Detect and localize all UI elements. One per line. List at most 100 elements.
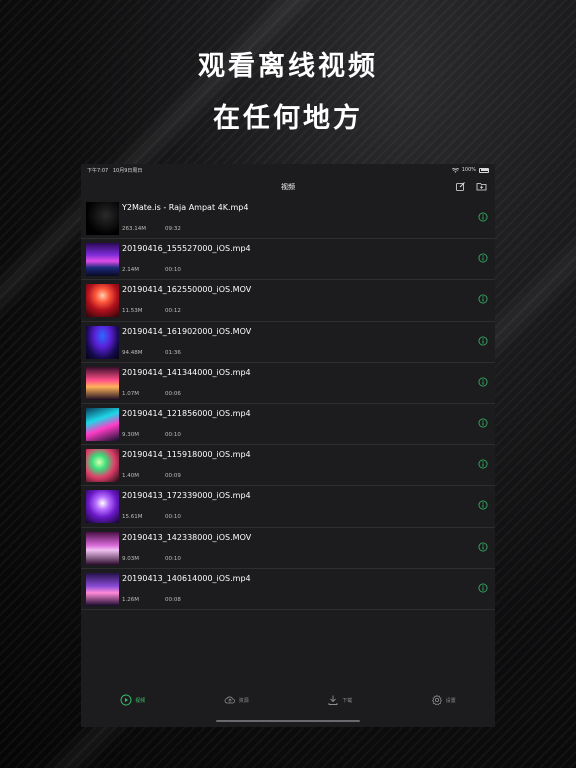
info-icon[interactable] bbox=[478, 542, 488, 552]
home-indicator bbox=[216, 720, 360, 722]
video-meta: 20190413_140614000_iOS.mp4 1.26M 00:08 bbox=[122, 569, 495, 609]
video-duration: 00:10 bbox=[165, 431, 181, 438]
video-thumbnail bbox=[86, 284, 119, 318]
video-filename: 20190413_172339000_iOS.mp4 bbox=[122, 491, 251, 501]
video-filesize: 1.40M bbox=[122, 473, 139, 480]
video-duration: 00:06 bbox=[165, 390, 181, 397]
battery-percent: 100% bbox=[461, 167, 476, 173]
info-icon[interactable] bbox=[478, 418, 488, 428]
cloud-icon bbox=[224, 694, 236, 706]
tab-label: 设置 bbox=[445, 697, 456, 704]
video-row[interactable]: 20190413_140614000_iOS.mp4 1.26M 00:08 bbox=[81, 569, 495, 610]
video-duration: 00:10 bbox=[165, 514, 181, 521]
video-filesize: 263.14M bbox=[122, 226, 146, 232]
info-icon[interactable] bbox=[478, 377, 488, 387]
video-thumbnail bbox=[86, 490, 119, 524]
video-duration: 00:10 bbox=[165, 555, 181, 562]
video-meta: Y2Mate.is - Raja Ampat 4K.mp4 263.14M 09:3… bbox=[122, 198, 495, 238]
info-icon[interactable] bbox=[478, 459, 488, 469]
video-filename: 20190414_141344000_iOS.mp4 bbox=[122, 367, 251, 377]
video-filename: 20190414_121856000_iOS.mp4 bbox=[122, 408, 251, 418]
video-thumbnail bbox=[86, 243, 119, 277]
tab-cloud[interactable]: 资源 bbox=[224, 694, 249, 706]
video-thumbnail bbox=[86, 449, 119, 483]
page-title: 视频 bbox=[281, 183, 295, 191]
video-filesize: 9.03M bbox=[122, 555, 139, 562]
video-meta: 20190414_141344000_iOS.mp4 1.07M 00:06 bbox=[122, 363, 495, 403]
video-filesize: 1.26M bbox=[122, 596, 139, 603]
video-row[interactable]: 20190414_121856000_iOS.mp4 9.30M 00:10 bbox=[81, 404, 495, 446]
video-row[interactable]: 20190414_161902000_iOS.MOV 94.48M 01:36 bbox=[81, 322, 495, 363]
video-duration: 00:08 bbox=[165, 596, 181, 603]
video-duration: 01:36 bbox=[165, 349, 181, 356]
status-left: 下午7:07 10月9日周日 bbox=[87, 167, 142, 174]
tab-download[interactable]: 下载 bbox=[327, 694, 352, 706]
video-row[interactable]: 20190414_115918000_iOS.mp4 1.40M 00:09 bbox=[81, 445, 495, 487]
promo-subheadline: 在任何地方 bbox=[213, 103, 363, 134]
info-icon[interactable] bbox=[478, 336, 488, 346]
video-filename: 20190414_162550000_iOS.MOV bbox=[122, 285, 252, 295]
add-folder-icon[interactable] bbox=[476, 181, 487, 192]
video-meta: 20190414_121856000_iOS.mp4 9.30M 00:10 bbox=[122, 404, 495, 444]
video-filename: Y2Mate.is - Raja Ampat 4K.mp4 bbox=[122, 203, 249, 212]
video-filesize: 94.48M bbox=[122, 349, 143, 356]
app-screen: 下午7:07 10月9日周日 100% 视频 Y2Mate.is - Raja … bbox=[81, 164, 495, 727]
status-bar: 下午7:07 10月9日周日 100% bbox=[81, 164, 495, 176]
video-filesize: 9.30M bbox=[122, 431, 139, 438]
video-filename: 20190414_161902000_iOS.MOV bbox=[122, 326, 252, 336]
info-icon[interactable] bbox=[478, 500, 488, 510]
tab-label: 资源 bbox=[238, 697, 249, 704]
status-time: 下午7:07 bbox=[87, 167, 109, 174]
tab-play[interactable]: 视频 bbox=[120, 694, 145, 706]
gear-icon bbox=[431, 694, 443, 706]
edit-icon[interactable] bbox=[455, 181, 466, 192]
video-row[interactable]: 20190413_172339000_iOS.mp4 15.61M 00:10 bbox=[81, 486, 495, 528]
video-thumbnail bbox=[86, 366, 119, 400]
video-duration: 00:09 bbox=[165, 473, 181, 480]
video-filesize: 1.07M bbox=[122, 390, 139, 397]
video-row[interactable]: 20190416_155527000_iOS.mp4 2.14M 00:10 bbox=[81, 239, 495, 281]
video-thumbnail bbox=[86, 407, 119, 441]
video-row[interactable]: 20190414_162550000_iOS.MOV 11.53M 00:12 bbox=[81, 280, 495, 322]
video-thumbnail bbox=[86, 325, 119, 359]
tab-label: 视频 bbox=[135, 697, 146, 704]
video-duration: 00:10 bbox=[165, 267, 181, 274]
video-row[interactable]: Y2Mate.is - Raja Ampat 4K.mp4 263.14M 09:3… bbox=[81, 198, 495, 240]
video-meta: 20190413_142338000_iOS.MOV 9.03M 00:10 bbox=[122, 528, 495, 568]
video-duration: 00:12 bbox=[165, 308, 181, 315]
video-filename: 20190414_115918000_iOS.mp4 bbox=[122, 450, 251, 460]
status-right: 100% bbox=[451, 167, 489, 173]
video-meta: 20190414_115918000_iOS.mp4 1.40M 00:09 bbox=[122, 445, 495, 485]
video-row[interactable]: 20190414_141344000_iOS.mp4 1.07M 00:06 bbox=[81, 363, 495, 404]
info-icon[interactable] bbox=[478, 583, 488, 593]
video-meta: 20190414_161902000_iOS.MOV 94.48M 01:36 bbox=[122, 322, 495, 362]
promo-headline: 观看离线视频 bbox=[198, 51, 378, 82]
video-filename: 20190413_140614000_iOS.mp4 bbox=[122, 573, 251, 583]
tab-gear[interactable]: 设置 bbox=[431, 694, 456, 706]
info-icon[interactable] bbox=[478, 253, 488, 263]
video-duration: 09:32 bbox=[165, 226, 181, 232]
video-filesize: 15.61M bbox=[122, 514, 143, 521]
video-filesize: 2.14M bbox=[122, 267, 139, 274]
status-date: 10月9日周日 bbox=[112, 167, 143, 174]
download-icon bbox=[327, 694, 339, 706]
video-filename: 20190416_155527000_iOS.mp4 bbox=[122, 244, 251, 254]
tab-label: 下载 bbox=[342, 697, 353, 704]
video-list: Y2Mate.is - Raja Ampat 4K.mp4 263.14M 09:3… bbox=[81, 198, 495, 610]
navigation-bar: 视频 bbox=[81, 176, 495, 198]
video-meta: 20190413_172339000_iOS.mp4 15.61M 00:10 bbox=[122, 486, 495, 526]
video-meta: 20190414_162550000_iOS.MOV 11.53M 00:12 bbox=[122, 280, 495, 320]
nav-actions bbox=[455, 181, 487, 192]
battery-icon bbox=[479, 167, 489, 173]
wifi-icon bbox=[451, 167, 459, 173]
video-meta: 20190416_155527000_iOS.mp4 2.14M 00:10 bbox=[122, 239, 495, 279]
video-filesize: 11.53M bbox=[122, 308, 143, 315]
info-icon[interactable] bbox=[478, 294, 488, 304]
video-row[interactable]: 20190413_142338000_iOS.MOV 9.03M 00:10 bbox=[81, 528, 495, 569]
play-icon bbox=[120, 694, 132, 706]
video-filename: 20190413_142338000_iOS.MOV bbox=[122, 532, 252, 542]
info-icon[interactable] bbox=[478, 212, 488, 222]
video-thumbnail bbox=[86, 572, 119, 606]
video-thumbnail bbox=[86, 531, 119, 565]
video-thumbnail bbox=[86, 202, 119, 235]
